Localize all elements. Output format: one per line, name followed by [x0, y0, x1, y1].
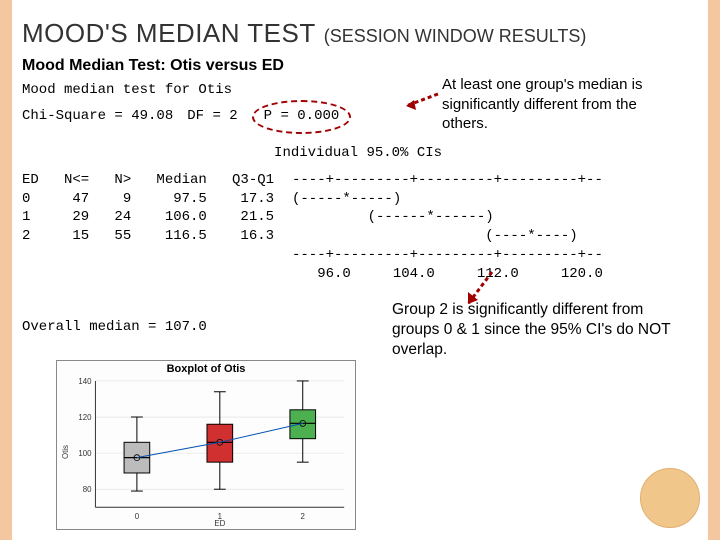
ci-row: (----*----): [292, 227, 698, 246]
table-row: 0 47 9 97.5 17.3: [22, 190, 292, 209]
svg-text:0: 0: [135, 512, 140, 521]
boxplot-chart: Boxplot of Otis 80100120140Otis012ED: [56, 360, 356, 530]
title-sub: (SESSION WINDOW RESULTS): [324, 26, 587, 47]
p-value: P = 0.000: [264, 108, 340, 124]
decorative-circle-icon: [640, 468, 700, 528]
svg-text:Otis: Otis: [61, 445, 70, 459]
table-header: ED N<= N> Median Q3-Q1: [22, 171, 292, 190]
p-value-highlight-oval: P = 0.000: [252, 100, 352, 134]
ci-row: ----+---------+---------+---------+--: [292, 171, 698, 190]
svg-text:2: 2: [301, 512, 305, 521]
annotation-pvalue: At least one group's median is significa…: [442, 75, 682, 134]
svg-text:80: 80: [83, 485, 92, 494]
title-main: MOOD'S MEDIAN TEST: [22, 18, 316, 49]
table-row: 1 29 24 106.0 21.5: [22, 208, 292, 227]
svg-text:100: 100: [78, 449, 92, 458]
boxplot-svg: 80100120140Otis012ED: [57, 375, 355, 529]
svg-text:120: 120: [78, 413, 92, 422]
ci-row: (------*------): [292, 208, 698, 227]
svg-text:ED: ED: [214, 519, 225, 528]
svg-text:140: 140: [78, 377, 92, 386]
boxplot-title: Boxplot of Otis: [57, 361, 355, 375]
ci-row: (-----*-----): [292, 190, 698, 209]
df-value: DF = 2: [187, 107, 237, 126]
results-table-block: ED N<= N> Median Q3-Q1 0 47 9 97.5 17.3 …: [22, 171, 698, 284]
ci-heading: Individual 95.0% CIs: [22, 144, 698, 163]
ci-row: ----+---------+---------+---------+--: [292, 246, 698, 265]
chi-square-value: Chi-Square = 49.08: [22, 107, 173, 126]
arrow-to-pvalue: [402, 90, 440, 110]
annotation-group2: Group 2 is significantly different from …: [392, 300, 692, 360]
table-row: 2 15 55 116.5 16.3: [22, 227, 292, 246]
mood-test-title: Mood Median Test: Otis versus ED: [22, 57, 698, 75]
slide-title: MOOD'S MEDIAN TEST (SESSION WINDOW RESUL…: [22, 18, 698, 49]
